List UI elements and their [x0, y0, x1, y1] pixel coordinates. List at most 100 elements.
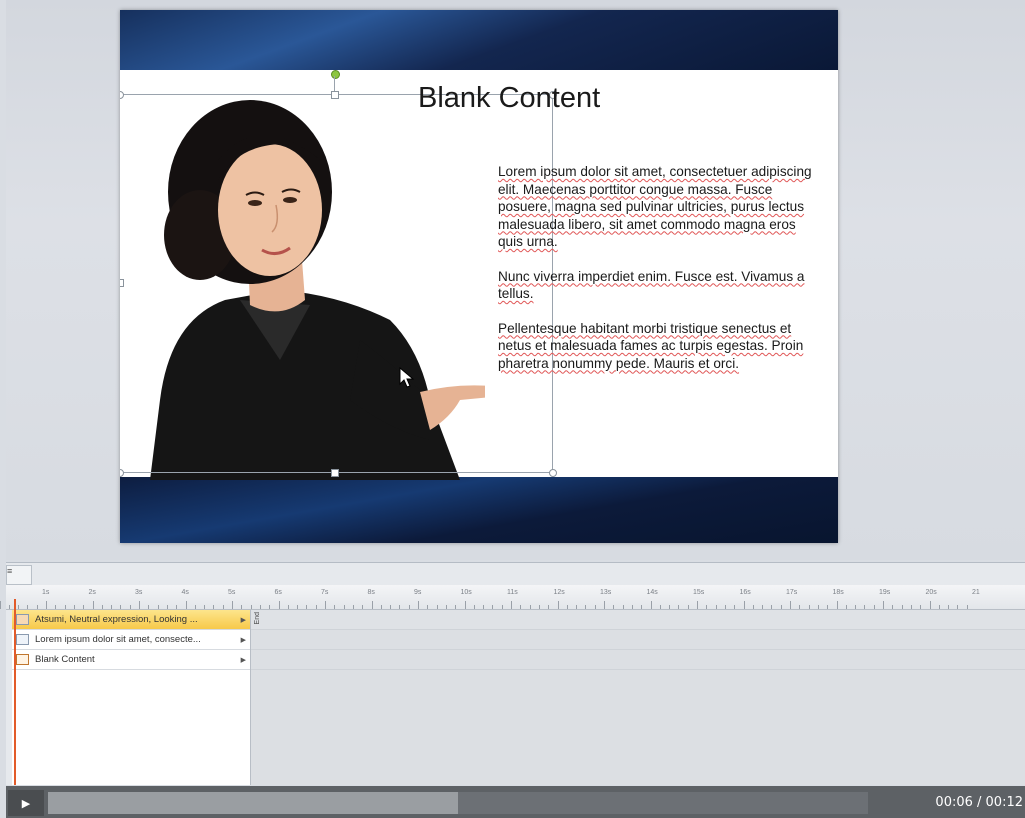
resize-handle-bm[interactable] [331, 469, 339, 477]
ruler-tick [390, 605, 392, 609]
slide-canvas[interactable]: Blank Content Lorem ipsum dolor sit amet… [120, 10, 838, 543]
ruler-tick [408, 605, 410, 609]
ruler-tick-label: 14s [646, 589, 658, 596]
timeline-playhead[interactable] [14, 599, 16, 785]
timeline-ruler[interactable]: 1s 2s 3s 4s 5s 6s 7s 8s 9s 10s 11s 12s 13s 14s 15s 16s 1… [0, 585, 1025, 610]
ruler-tick [938, 605, 940, 609]
ruler-tick [139, 601, 140, 609]
slide-stage: Blank Content Lorem ipsum dolor sit amet… [6, 0, 1025, 560]
ruler-tick [157, 605, 159, 609]
ruler-tick [241, 605, 243, 609]
ruler-tick [371, 601, 373, 609]
ruler-tick [473, 605, 475, 609]
ruler-tick [278, 601, 280, 609]
ruler-tick [129, 605, 131, 609]
ruler-tick [18, 605, 20, 609]
ruler-tick [111, 605, 113, 609]
slide-icon [16, 654, 29, 665]
ruler-tick [269, 605, 271, 609]
ruler-tick [780, 605, 782, 609]
ruler-tick [101, 605, 103, 609]
ruler-tick-label: 12s [553, 589, 565, 596]
ruler-tick [362, 605, 364, 609]
ruler-tick-label: 2s [88, 589, 96, 596]
resize-handle-br[interactable] [549, 469, 557, 477]
slide-title[interactable]: Blank Content [418, 82, 600, 115]
timeline-row-slide[interactable]: Blank Content ▶ [12, 650, 250, 670]
ruler-tick [910, 605, 912, 609]
ruler-tick [892, 605, 894, 609]
ruler-tick [697, 601, 698, 609]
ruler-tick-label: 4s [181, 589, 189, 596]
timeline-tab[interactable]: ≡ [6, 565, 32, 585]
slide-header-band [120, 10, 838, 70]
ruler-tick [36, 605, 38, 609]
ruler-tick [232, 601, 233, 609]
ruler-tick [204, 605, 206, 609]
ruler-tick-label: 10s [460, 589, 472, 596]
ruler-tick [864, 605, 866, 609]
resize-handle-bl[interactable] [120, 469, 124, 477]
ruler-tick [27, 605, 29, 609]
ruler-tick [576, 605, 578, 609]
ruler-tick [790, 601, 791, 609]
ruler-tick [148, 605, 150, 609]
timeline-tab-label: ≡ [7, 566, 13, 576]
expand-arrow-icon[interactable]: ▶ [241, 636, 246, 644]
ruler-tick [650, 601, 652, 609]
ruler-tick [83, 605, 85, 609]
ruler-tick [520, 605, 522, 609]
ruler-tick [957, 605, 959, 609]
ruler-tick [920, 605, 922, 609]
end-marker[interactable]: End [254, 612, 261, 624]
ruler-tick [176, 605, 178, 609]
timeline-track[interactable] [251, 650, 1025, 670]
ruler-tick [287, 605, 289, 609]
ruler-tick [92, 601, 94, 609]
ruler-tick [948, 605, 950, 609]
progress-bar[interactable] [48, 792, 868, 814]
ruler-tick-label: 16s [739, 589, 751, 596]
resize-handle-tl[interactable] [120, 91, 124, 99]
ruler-tick-label: 17s [786, 589, 798, 596]
ruler-tick-label: 7s [321, 589, 329, 596]
ruler-tick [585, 605, 587, 609]
timeline-row-text[interactable]: Lorem ipsum dolor sit amet, consecte... … [12, 630, 250, 650]
ruler-tick [529, 605, 531, 609]
ruler-tick [306, 605, 308, 609]
ruler-tick [883, 601, 884, 609]
ruler-tick [808, 605, 810, 609]
resize-handle-tm[interactable] [331, 91, 339, 99]
ruler-tick [762, 605, 764, 609]
ruler-tick [343, 605, 345, 609]
ruler-tick [418, 601, 419, 609]
ruler-tick [352, 605, 354, 609]
ruler-tick [687, 605, 689, 609]
rotate-handle[interactable] [331, 70, 340, 79]
ruler-tick [873, 605, 875, 609]
expand-arrow-icon[interactable]: ▶ [241, 656, 246, 664]
character-image[interactable] [130, 100, 485, 480]
ruler-tick [604, 601, 605, 609]
timeline-row-character[interactable]: Atsumi, Neutral expression, Looking ... … [12, 610, 250, 630]
ruler-tick [492, 605, 494, 609]
timeline-track[interactable]: End [251, 610, 1025, 630]
ruler-tick [845, 605, 847, 609]
ruler-tick [120, 605, 122, 609]
play-button[interactable]: ▶ [8, 790, 44, 816]
ruler-tick-label: 1s [42, 589, 50, 596]
expand-arrow-icon[interactable]: ▶ [241, 616, 246, 624]
timeline-panel: ≡ 1s 2s 3s 4s 5s 6s 7s 8s 9s 10s 11s 12s 13s 14s 15s 16… [0, 562, 1025, 785]
ruler-tick-label: 13s [600, 589, 612, 596]
timeline-track[interactable] [251, 630, 1025, 650]
ruler-tick [222, 605, 224, 609]
timeline-object-list: Atsumi, Neutral expression, Looking ... … [12, 610, 251, 785]
ruler-tick-label: 15s [693, 589, 705, 596]
timeline-tracks[interactable]: End [251, 610, 1025, 785]
ruler-tick-label: 20s [925, 589, 937, 596]
timeline-row-label: Blank Content [35, 654, 95, 665]
ruler-tick [297, 605, 299, 609]
resize-handle-ml[interactable] [120, 279, 124, 287]
ruler-tick [73, 605, 75, 609]
slide-body-text[interactable]: Lorem ipsum dolor sit amet, consectetuer… [498, 163, 816, 389]
